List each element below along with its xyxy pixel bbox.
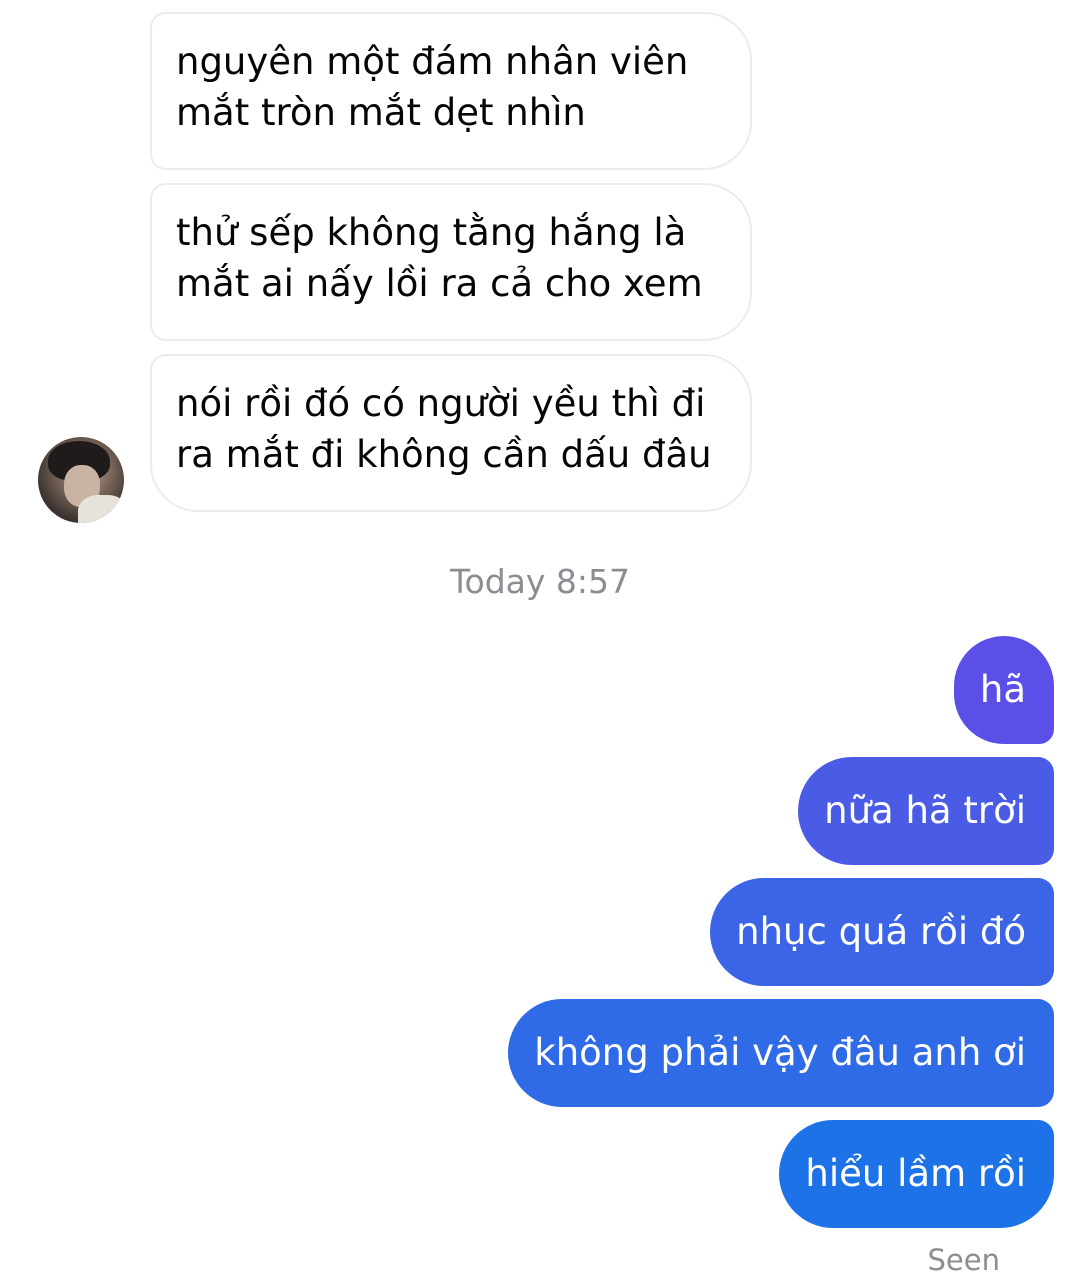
incoming-message-bubble[interactable]: nguyên một đám nhân viên mắt tròn mắt dẹ… xyxy=(150,12,752,170)
outgoing-message-bubble[interactable]: không phải vậy đâu anh ơi xyxy=(508,999,1054,1107)
incoming-message-bubble[interactable]: thử sếp không tằng hắng là mắt ai nấy lồ… xyxy=(150,183,752,341)
avatar-photo-detail xyxy=(78,495,124,523)
seen-status: Seen xyxy=(927,1243,1000,1277)
message-timestamp: Today 8:57 xyxy=(449,562,631,601)
outgoing-message-bubble[interactable]: hiểu lầm rồi xyxy=(779,1120,1054,1228)
outgoing-message-bubble[interactable]: nữa hã trời xyxy=(798,757,1054,865)
contact-avatar[interactable] xyxy=(38,437,124,523)
incoming-message-bubble[interactable]: nói rồi đó có người yều thì đi ra mắt đi… xyxy=(150,354,752,512)
outgoing-message-bubble[interactable]: hã xyxy=(953,636,1054,744)
outgoing-message-bubble[interactable]: nhục quá rồi đó xyxy=(710,878,1054,986)
